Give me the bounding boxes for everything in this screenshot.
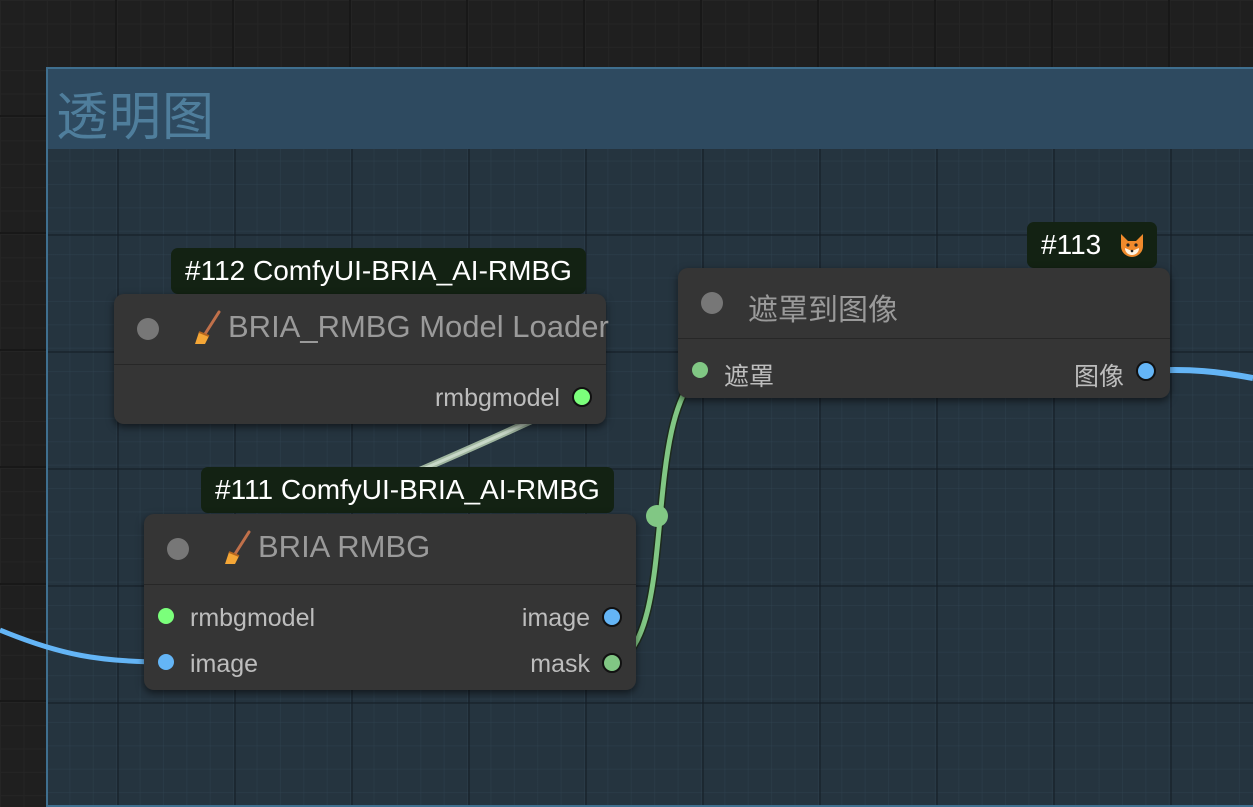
input-port-image[interactable] bbox=[158, 654, 174, 670]
node-bria-model-loader[interactable]: BRIA_RMBG Model Loader rmbgmodel bbox=[114, 294, 609, 424]
collapse-toggle[interactable] bbox=[167, 538, 189, 560]
input-label-mask: 遮罩 bbox=[724, 362, 775, 391]
node-title-bar[interactable]: BRIA_RMBG Model Loader bbox=[114, 294, 609, 365]
output-label-rmbgmodel: rmbgmodel bbox=[434, 384, 560, 412]
output-port-image[interactable] bbox=[1136, 361, 1156, 381]
node-title: BRIA_RMBG Model Loader bbox=[228, 309, 609, 344]
output-port-mask[interactable] bbox=[602, 653, 622, 673]
image-link-in[interactable] bbox=[0, 627, 167, 665]
output-label-image: 图像 bbox=[1073, 362, 1124, 391]
node-badge-113: #113 bbox=[1027, 222, 1157, 268]
node-title: BRIA RMBG bbox=[258, 529, 431, 564]
broom-icon bbox=[225, 530, 251, 564]
output-label-image: image bbox=[521, 604, 590, 632]
badge-id: #113 bbox=[1041, 229, 1102, 260]
fox-icon bbox=[1121, 234, 1143, 257]
input-label-image: image bbox=[190, 650, 259, 678]
node-title-bar[interactable]: 遮罩到图像 bbox=[678, 268, 1170, 339]
input-label-rmbgmodel: rmbgmodel bbox=[190, 604, 316, 632]
input-port-mask[interactable] bbox=[692, 362, 708, 378]
node-bria-rmbg[interactable]: BRIA RMBG rmbgmodel image image mask bbox=[144, 514, 636, 690]
node-title: 遮罩到图像 bbox=[748, 293, 898, 328]
node-badge-111: #111 ComfyUI-BRIA_AI-RMBG bbox=[201, 467, 614, 513]
link-midpoint[interactable] bbox=[646, 505, 668, 527]
output-label-mask: mask bbox=[530, 650, 590, 678]
node-title-bar[interactable]: BRIA RMBG bbox=[144, 514, 636, 585]
node-mask-to-image[interactable]: 遮罩到图像 遮罩 图像 bbox=[678, 268, 1170, 398]
output-port-rmbgmodel[interactable] bbox=[572, 387, 592, 407]
broom-icon bbox=[195, 310, 221, 344]
output-port-image[interactable] bbox=[602, 607, 622, 627]
input-port-rmbgmodel[interactable] bbox=[158, 608, 174, 624]
collapse-toggle[interactable] bbox=[701, 292, 723, 314]
collapse-toggle[interactable] bbox=[137, 318, 159, 340]
node-badge-112: #112 ComfyUI-BRIA_AI-RMBG bbox=[171, 248, 586, 294]
